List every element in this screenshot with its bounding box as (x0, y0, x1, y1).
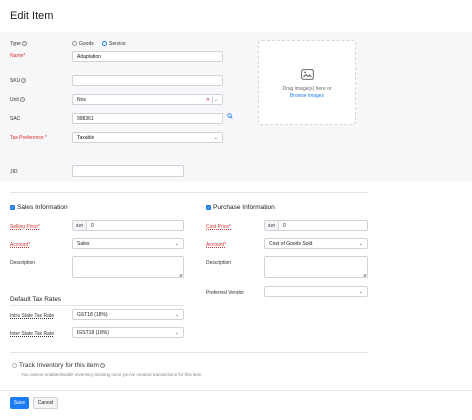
page-title: Edit Item (10, 10, 54, 22)
currency-prefix: INR (265, 221, 279, 230)
chevron-down-icon: ⌄ (174, 241, 179, 247)
browse-images-link[interactable]: Browse images (259, 93, 355, 99)
intra-state-tax-label: Intra State Tax Rate (10, 313, 55, 319)
divider (10, 305, 184, 306)
checkbox-checked-icon: ✓ (206, 204, 211, 210)
sales-information-toggle[interactable]: ✓ Sales Information (10, 204, 68, 211)
purchase-description-textarea[interactable]: ◢ (264, 256, 368, 278)
default-tax-rates-heading: Default Tax Rates (10, 296, 62, 303)
sales-description-label: Description (10, 260, 36, 266)
clear-icon[interactable]: ✕ (206, 95, 210, 104)
chevron-down-icon: ⌄ (174, 330, 179, 336)
purchase-account-label: Account* (206, 242, 227, 248)
purchase-account-select[interactable]: Cost of Goods Sold ⌄ (264, 238, 368, 249)
image-icon (301, 69, 314, 80)
currency-prefix: INR (73, 221, 87, 230)
radio-icon (72, 41, 77, 47)
sac-label: SAC (10, 116, 21, 122)
help-icon: ? (21, 41, 27, 47)
inter-state-tax-select[interactable]: IGST18 (18%) ⌄ (72, 327, 184, 338)
save-button[interactable]: Save (10, 397, 29, 409)
image-upload-dropzone[interactable]: Drag image(s) here or Browse images (258, 40, 356, 125)
purchase-information-toggle[interactable]: ✓ Purchase Information (206, 204, 275, 211)
preferred-vendor-select[interactable]: ⌄ (264, 286, 368, 297)
sku-label: SKU? (10, 78, 27, 84)
track-inventory-toggle[interactable]: Track Inventory for this item? (12, 362, 105, 369)
search-icon[interactable] (227, 113, 233, 121)
resize-handle-icon[interactable]: ◢ (179, 272, 182, 277)
cost-price-input[interactable]: INR 0 (264, 220, 368, 231)
sku-input[interactable] (72, 75, 223, 86)
unit-label: Unit? (10, 97, 25, 103)
intra-state-tax-select[interactable]: GST18 (18%) ⌄ (72, 309, 184, 320)
selling-price-input[interactable]: INR 0 (72, 220, 184, 231)
cost-price-label: Cost Price* (206, 224, 232, 230)
cancel-button[interactable]: Cancel (33, 397, 58, 409)
radio-selected-icon (102, 41, 107, 47)
drag-text: Drag image(s) here or (282, 86, 332, 92)
resize-handle-icon[interactable]: ◢ (363, 272, 366, 277)
type-radio-service[interactable]: Service (102, 41, 126, 47)
jid-label: JID (10, 169, 18, 175)
sales-account-select[interactable]: Sales ⌄ (72, 238, 184, 249)
divider (10, 352, 368, 353)
help-icon: ? (99, 362, 105, 368)
divider (10, 192, 368, 193)
chevron-down-icon: ⌄ (213, 135, 218, 141)
chevron-down-icon: ⌄ (174, 312, 179, 318)
help-icon: ? (21, 78, 27, 84)
tax-preference-select[interactable]: Taxable ⌄ (72, 132, 223, 143)
help-icon: ? (19, 97, 25, 103)
tax-preference-label: Tax Preference * (10, 135, 47, 141)
checkbox-icon (12, 362, 17, 368)
item-details-section (0, 32, 472, 182)
checkbox-checked-icon: ✓ (10, 204, 15, 210)
sac-input[interactable]: 998361 (72, 113, 223, 124)
preferred-vendor-label: Preferred Vendor (206, 290, 245, 296)
name-input[interactable]: Adaptation (72, 51, 223, 62)
inter-state-tax-label: Inter State Tax Rate (10, 331, 55, 337)
chevron-down-icon: ⌄ (358, 289, 363, 295)
form-footer (0, 390, 472, 420)
sales-account-label: Account* (10, 242, 31, 248)
chevron-down-icon: ⌄ (358, 241, 363, 247)
type-label: Type? (10, 41, 27, 47)
chevron-down-icon: ⌄ (213, 97, 218, 103)
selling-price-label: Selling Price* (10, 224, 40, 230)
inventory-note: You cannot enable/disable inventory trac… (21, 372, 202, 377)
purchase-description-label: Description (206, 260, 232, 266)
sales-description-textarea[interactable]: ◢ (72, 256, 184, 278)
unit-select[interactable]: Nos ✕ ⌄ (72, 94, 223, 105)
jid-input[interactable] (72, 165, 184, 177)
name-label: Name* (10, 53, 26, 59)
type-radio-goods[interactable]: Goods (72, 41, 94, 47)
